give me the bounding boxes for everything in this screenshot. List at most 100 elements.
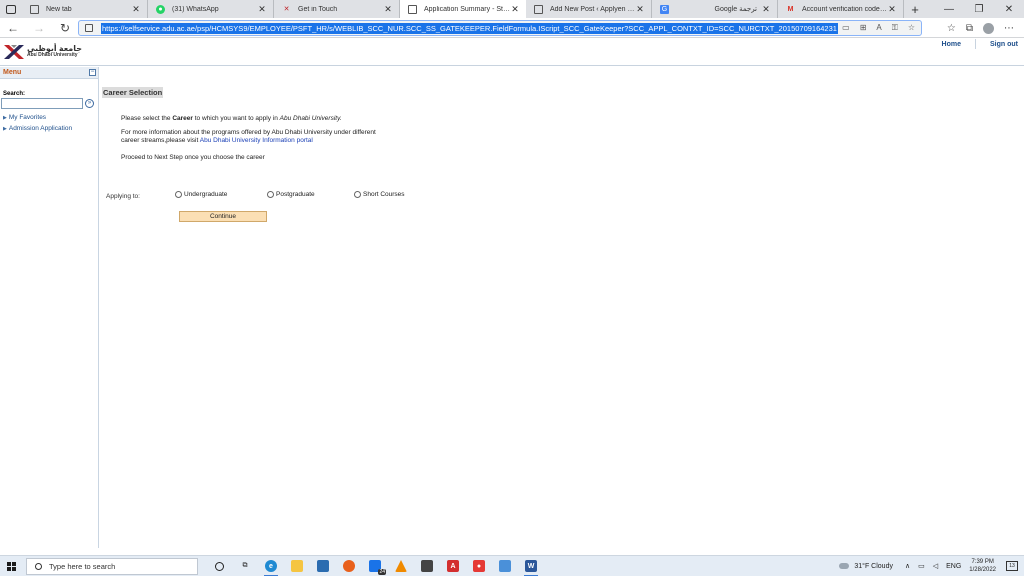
tab-add-new-post[interactable]: Add New Post ‹ Applyen — Wo… ✕ <box>526 0 652 18</box>
main-content: Career Selection Please select the Caree… <box>100 67 1024 548</box>
tab-new-tab[interactable]: New tab ✕ <box>22 0 148 18</box>
start-button[interactable] <box>0 556 22 576</box>
close-icon[interactable]: ✕ <box>510 4 520 15</box>
taskbar-vlc[interactable] <box>388 556 414 576</box>
new-tab-button[interactable]: + <box>904 2 926 17</box>
minimize-icon[interactable]: — <box>934 4 964 15</box>
address-bar[interactable]: https://selfservice.adu.ac.ae/psp/HCMSYS… <box>78 20 922 36</box>
menu-item-admission-application[interactable]: ▶ Admission Application <box>3 124 98 133</box>
tab-google-translate[interactable]: G Google ترجمة ✕ <box>652 0 778 18</box>
tab-title: Account verification code - ams… <box>802 5 887 13</box>
network-icon[interactable]: ▭ <box>918 562 925 570</box>
tab-get-in-touch[interactable]: ✕ Get in Touch ✕ <box>274 0 400 18</box>
radio-undergraduate[interactable]: Undergraduate <box>175 191 227 198</box>
header-divider <box>975 39 976 49</box>
calculator-icon <box>421 560 433 572</box>
store-icon <box>317 560 329 572</box>
radio-button[interactable] <box>175 191 182 198</box>
favorites-icon[interactable]: ☆ <box>947 23 956 34</box>
cortana-button[interactable] <box>206 556 232 576</box>
tab-whatsapp[interactable]: ● (31) WhatsApp ✕ <box>148 0 274 18</box>
tab-title: Google ترجمة <box>714 6 757 13</box>
windows-taskbar: Type here to search ⧉ e 24 A ● W 31°F Cl… <box>0 555 1024 576</box>
folder-icon <box>291 560 303 572</box>
restore-icon[interactable]: ❐ <box>964 4 994 15</box>
adu-icon: ✕ <box>283 6 290 13</box>
chevron-up-icon[interactable]: ∧ <box>905 562 910 570</box>
pdf-icon: A <box>447 560 459 572</box>
reader-mode-icon[interactable]: ▭ <box>842 23 850 33</box>
task-view-button[interactable]: ⧉ <box>232 556 258 576</box>
radio-button[interactable] <box>267 191 274 198</box>
menu-item-label: My Favorites <box>8 114 47 121</box>
taskbar-recorder[interactable]: ● <box>466 556 492 576</box>
favorite-star-icon[interactable]: ☆ <box>908 23 915 33</box>
whatsapp-icon: ● <box>156 4 165 14</box>
app-icon <box>499 560 511 572</box>
new-tab-icon <box>30 4 39 14</box>
notification-center-icon[interactable]: 13 <box>1006 561 1018 571</box>
adu-portal-link[interactable]: Abu Dhabi University Information portal <box>200 137 313 144</box>
radio-postgraduate[interactable]: Postgraduate <box>267 191 315 198</box>
close-icon[interactable]: ✕ <box>635 4 645 15</box>
taskbar-word[interactable]: W <box>518 556 544 576</box>
zoom-icon[interactable]: ⊞ <box>860 23 867 33</box>
taskbar-app-blue[interactable] <box>492 556 518 576</box>
taskbar-file-explorer[interactable] <box>284 556 310 576</box>
continue-button[interactable]: Continue <box>179 211 267 222</box>
signout-link[interactable]: Sign out <box>990 41 1018 48</box>
menu-item-my-favorites[interactable]: ▶ My Favorites <box>3 113 98 122</box>
tab-gmail[interactable]: M Account verification code - ams… ✕ <box>778 0 904 18</box>
clock[interactable]: 7:39 PM 1/28/2022 <box>969 558 996 574</box>
refresh-icon[interactable]: ↻ <box>52 21 78 35</box>
close-icon[interactable]: ✕ <box>131 4 141 15</box>
taskbar-firefox[interactable] <box>336 556 362 576</box>
key-icon[interactable]: ⚿ <box>892 23 898 33</box>
close-icon[interactable]: ✕ <box>383 4 393 15</box>
taskbar-calculator[interactable] <box>414 556 440 576</box>
tab-actions-icon <box>6 4 16 14</box>
radio-short-courses[interactable]: Short Courses <box>354 191 405 198</box>
tab-application-summary[interactable]: Application Summary - Student ✕ <box>400 0 526 18</box>
taskbar-mail[interactable]: 24 <box>362 556 388 576</box>
radio-button[interactable] <box>354 191 361 198</box>
browser-tab-bar: New tab ✕ ● (31) WhatsApp ✕ ✕ Get in Tou… <box>0 0 1024 18</box>
home-link[interactable]: Home <box>942 41 961 48</box>
taskbar-edge[interactable]: e <box>258 556 284 576</box>
back-icon[interactable]: ← <box>0 21 26 35</box>
page-title: Career Selection <box>102 87 164 98</box>
taskbar-search-box[interactable]: Type here to search <box>26 557 198 575</box>
left-menu: Menu − Search: » ▶ My Favorites ▶ Admiss… <box>0 67 99 548</box>
collapse-menu-button[interactable]: − <box>89 69 96 76</box>
header-links: Home Sign out <box>942 39 1018 49</box>
menu-search-input[interactable] <box>1 98 83 109</box>
close-window-icon[interactable]: ✕ <box>994 4 1024 15</box>
more-icon[interactable]: ⋯ <box>1004 23 1014 34</box>
taskbar-acrobat[interactable]: A <box>440 556 466 576</box>
translate-icon[interactable]: A <box>876 23 881 33</box>
search-go-button[interactable]: » <box>85 99 94 108</box>
language-indicator[interactable]: ENG <box>946 563 961 570</box>
cortana-icon <box>214 561 224 571</box>
url-text[interactable]: https://selfservice.adu.ac.ae/psp/HCMSYS… <box>101 22 838 34</box>
weather-widget[interactable]: 31°F Cloudy <box>839 563 893 570</box>
tab-title: (31) WhatsApp <box>172 5 219 13</box>
window-controls: — ❐ ✕ <box>934 4 1024 15</box>
tab-actions-button[interactable] <box>0 0 22 18</box>
radio-label: Undergraduate <box>184 191 228 198</box>
lock-icon[interactable] <box>85 24 93 32</box>
close-icon[interactable]: ✕ <box>257 4 267 15</box>
system-tray: 31°F Cloudy ∧ ▭ ◁ ENG 7:39 PM 1/28/2022 … <box>839 556 1024 576</box>
expand-arrow-icon: ▶ <box>3 125 7 132</box>
instruction-bold: Career <box>172 115 193 122</box>
close-icon[interactable]: ✕ <box>887 4 897 15</box>
instruction-italic: Abu Dhabi University. <box>279 115 342 122</box>
adu-logo: جامعة أبوظبي Abu Dhabi University <box>4 45 82 59</box>
taskbar-store[interactable] <box>310 556 336 576</box>
forward-icon[interactable]: → <box>26 21 52 35</box>
close-icon[interactable]: ✕ <box>761 4 771 15</box>
profile-icon[interactable] <box>983 22 994 34</box>
collections-icon[interactable]: ⧉ <box>966 23 973 34</box>
instruction-text: For more information about the programs … <box>121 129 376 136</box>
volume-icon[interactable]: ◁ <box>933 562 938 570</box>
